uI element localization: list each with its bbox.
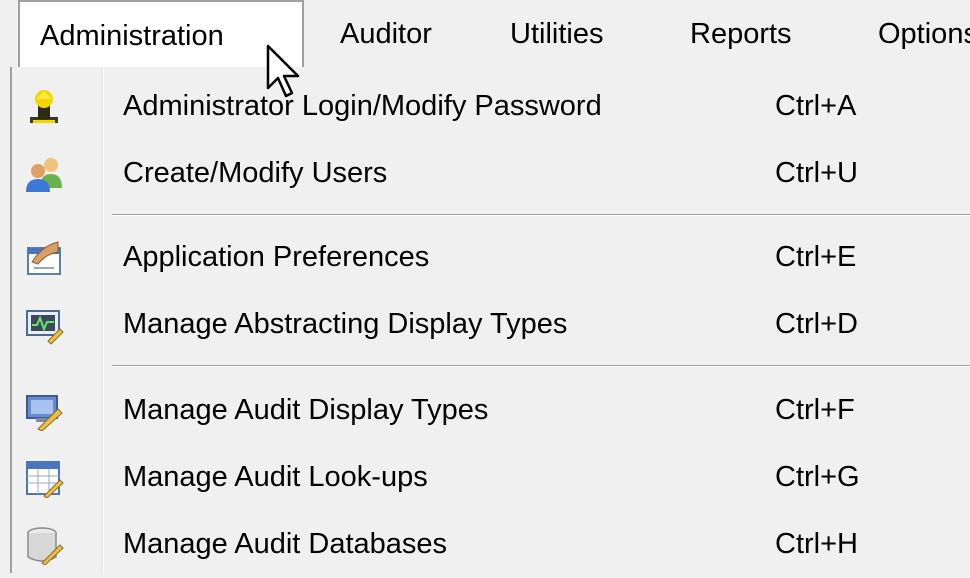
item-label: Create/Modify Users <box>123 157 388 189</box>
menu-item-audit-lookups[interactable]: Manage Audit Look-ups Ctrl+G <box>12 444 970 511</box>
users-icon <box>26 158 62 192</box>
menu-separator <box>112 214 970 216</box>
menu-label: Utilities <box>510 18 604 50</box>
menu-administration[interactable]: Administration <box>18 0 304 69</box>
menu-label: Options <box>878 18 970 50</box>
audit-display-icon <box>26 395 63 431</box>
item-label: Manage Audit Display Types <box>123 394 489 426</box>
item-label: Manage Audit Databases <box>123 528 448 560</box>
item-shortcut: Ctrl+G <box>775 461 860 493</box>
menu-utilities[interactable]: Utilities <box>510 0 603 69</box>
item-shortcut: Ctrl+A <box>775 90 857 122</box>
menu-item-administrator-login[interactable]: Administrator Login/Modify Password Ctrl… <box>12 73 970 140</box>
menu-options[interactable]: Options <box>878 0 970 69</box>
admin-login-icon <box>30 90 58 123</box>
mouse-cursor-icon <box>266 44 300 98</box>
menu-label: Auditor <box>340 18 432 50</box>
display-types-icon <box>26 310 64 345</box>
item-shortcut: Ctrl+U <box>775 157 858 189</box>
item-label: Administrator Login/Modify Password <box>123 90 602 122</box>
menu-bar: Administration Auditor Utilities Reports… <box>0 0 970 69</box>
menu-item-create-users[interactable]: Create/Modify Users Ctrl+U <box>12 140 970 207</box>
menu-item-abstracting-display-types[interactable]: Manage Abstracting Display Types Ctrl+D <box>12 291 970 358</box>
item-shortcut: Ctrl+D <box>775 308 858 340</box>
item-label: Manage Audit Look-ups <box>123 461 428 493</box>
menu-auditor[interactable]: Auditor <box>340 0 432 69</box>
administration-dropdown: Administrator Login/Modify Password Ctrl… <box>10 67 970 573</box>
item-label: Application Preferences <box>123 241 430 273</box>
lookups-icon <box>26 461 64 498</box>
menu-item-application-preferences[interactable]: Application Preferences Ctrl+E <box>12 224 970 291</box>
item-label: Manage Abstracting Display Types <box>123 308 568 340</box>
item-shortcut: Ctrl+H <box>775 528 858 560</box>
menu-label: Reports <box>690 18 792 50</box>
menu-item-audit-databases[interactable]: Manage Audit Databases Ctrl+H <box>12 511 970 578</box>
item-shortcut: Ctrl+F <box>775 394 855 426</box>
preferences-icon <box>27 241 61 275</box>
menu-separator <box>112 365 970 367</box>
menu-reports[interactable]: Reports <box>690 0 792 69</box>
menu-item-audit-display-types[interactable]: Manage Audit Display Types Ctrl+F <box>12 377 970 444</box>
database-icon <box>27 527 64 565</box>
menu-label: Administration <box>40 20 224 52</box>
item-shortcut: Ctrl+E <box>775 241 857 273</box>
